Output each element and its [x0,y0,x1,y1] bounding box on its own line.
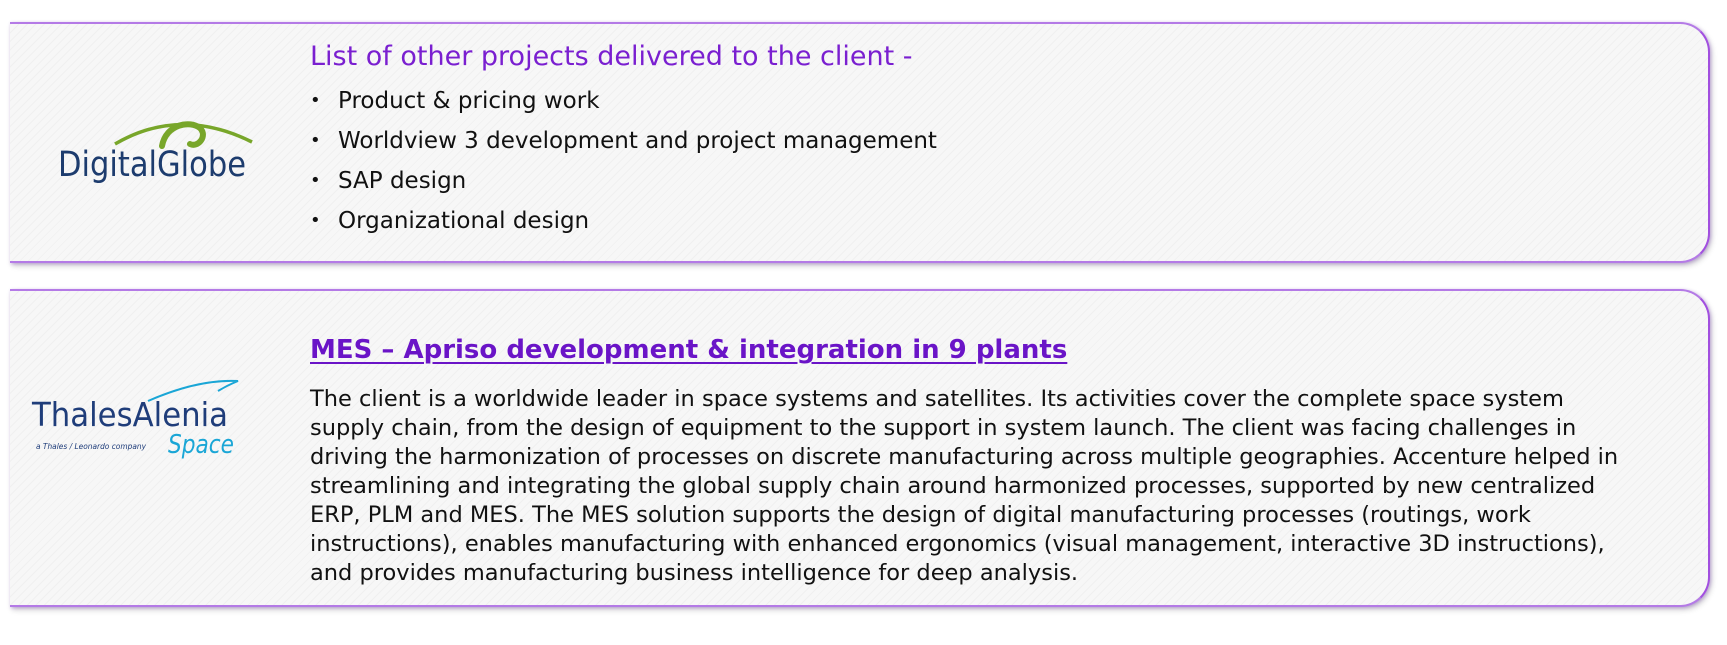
list-item: • Product & pricing work [310,81,1638,121]
projects-headline: List of other projects delivered to the … [310,41,913,72]
thales-alenia-logo-text: ThalesAlenia [31,395,228,434]
list-item-text: Worldview 3 development and project mana… [338,128,937,154]
list-item-text: Organizational design [338,208,590,234]
thales-alenia-space-text: Space [168,430,234,460]
list-item: • Organizational design [310,201,1638,241]
case-study-section: MES – Apriso development & integration i… [310,333,1638,588]
project-card-thales-alenia: ThalesAlenia a Thales / Leonardo company… [10,289,1710,607]
bullet-icon: • [310,130,321,151]
digitalglobe-logo: DigitalGlobe [58,121,253,185]
project-card-digitalglobe: DigitalGlobe List of other projects deli… [10,22,1710,263]
list-item: • Worldview 3 development and project man… [310,121,1638,161]
case-study-description: The client is a worldwide leader in spac… [310,386,1619,586]
case-study-title: MES – Apriso development & integration i… [310,335,1068,365]
thales-alenia-tagline: a Thales / Leonardo company [36,442,147,451]
bullet-icon: • [310,210,321,231]
project-list: • Product & pricing work • Worldview 3 dev… [310,81,1638,241]
project-list-section: List of other projects delivered to the … [310,40,1638,241]
list-item-text: Product & pricing work [338,88,600,114]
bullet-icon: • [310,170,321,191]
thales-alenia-logo: ThalesAlenia a Thales / Leonardo company… [31,379,239,460]
bullet-icon: • [310,90,321,111]
list-item-text: SAP design [338,168,467,194]
list-item: • SAP design [310,161,1638,201]
digitalglobe-logo-text: DigitalGlobe [58,145,246,185]
